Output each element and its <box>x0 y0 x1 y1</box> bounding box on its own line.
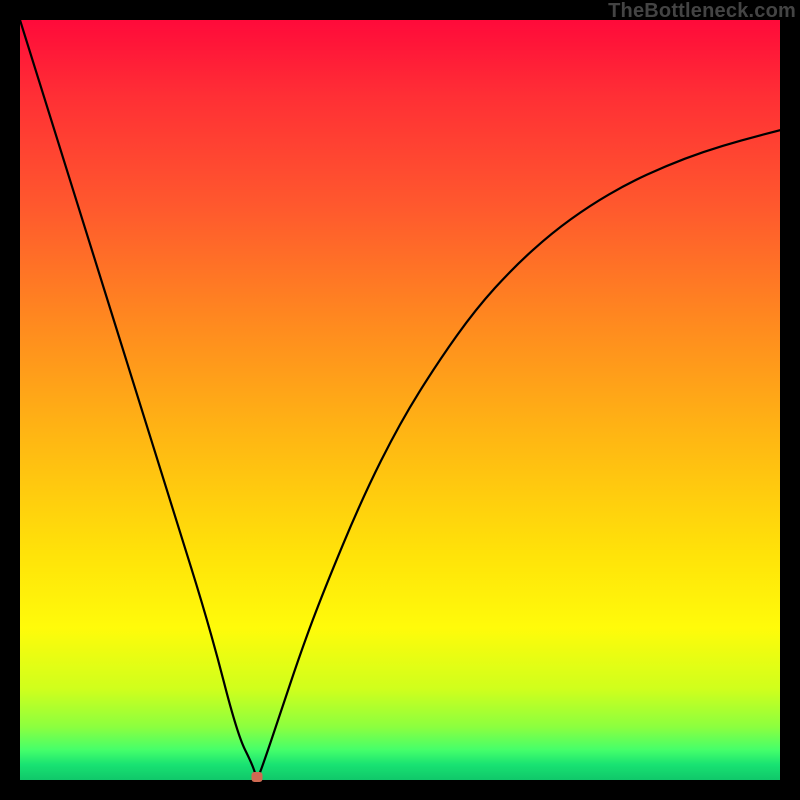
chart-stage: TheBottleneck.com <box>0 0 800 800</box>
plot-gradient-background <box>20 20 780 780</box>
watermark-text: TheBottleneck.com <box>608 0 796 23</box>
